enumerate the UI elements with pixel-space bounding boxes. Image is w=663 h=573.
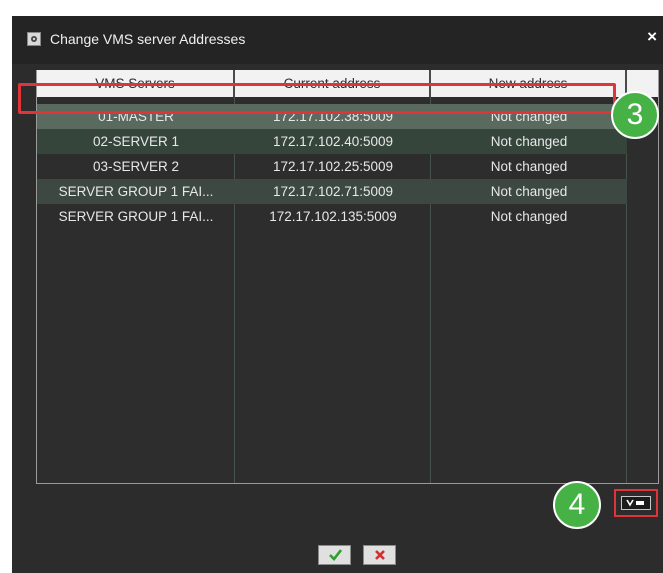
- new-address-cell[interactable]: Not changed: [431, 129, 627, 154]
- dialog-title: Change VMS server Addresses: [50, 31, 246, 47]
- step-3-badge: 3: [611, 91, 659, 139]
- new-address-cell[interactable]: Not changed: [431, 204, 627, 229]
- table-row[interactable]: 02-SERVER 1 172.17.102.40:5009 Not chang…: [37, 129, 627, 154]
- current-address-cell: 172.17.102.71:5009: [272, 184, 394, 199]
- step-4-badge: 4: [553, 481, 601, 529]
- current-address-cell: 172.17.102.25:5009: [272, 159, 394, 174]
- row-highlight-callout: [18, 83, 616, 114]
- ok-button[interactable]: [318, 545, 351, 565]
- new-address-cell[interactable]: Not changed: [431, 179, 627, 204]
- server-name-cell: SERVER GROUP 1 FAI...: [58, 184, 214, 199]
- server-name-cell: 03-SERVER 2: [92, 159, 180, 174]
- table-row[interactable]: 03-SERVER 2 172.17.102.25:5009 Not chang…: [37, 154, 627, 179]
- current-address-cell: 172.17.102.40:5009: [272, 134, 394, 149]
- new-address-cell[interactable]: Not changed: [431, 154, 627, 179]
- current-address-cell: 172.17.102.135:5009: [269, 209, 397, 224]
- check-icon: [329, 549, 342, 561]
- table-row[interactable]: SERVER GROUP 1 FAI... 172.17.102.135:500…: [37, 204, 627, 229]
- cancel-button[interactable]: [363, 545, 396, 565]
- server-name-cell: 02-SERVER 1: [92, 134, 180, 149]
- title-bar: Change VMS server Addresses ×: [12, 16, 663, 64]
- settings-gear-icon: [27, 32, 41, 46]
- server-name-cell: SERVER GROUP 1 FAI...: [58, 209, 214, 224]
- x-icon: [375, 550, 385, 560]
- table-row[interactable]: SERVER GROUP 1 FAI... 172.17.102.71:5009…: [37, 179, 627, 204]
- vms-servers-table: VMS Servers Current address New address …: [36, 70, 659, 484]
- collapse-toggle-button[interactable]: [614, 489, 658, 517]
- collapse-toggle-icon: [621, 496, 651, 510]
- close-icon[interactable]: ×: [647, 27, 657, 47]
